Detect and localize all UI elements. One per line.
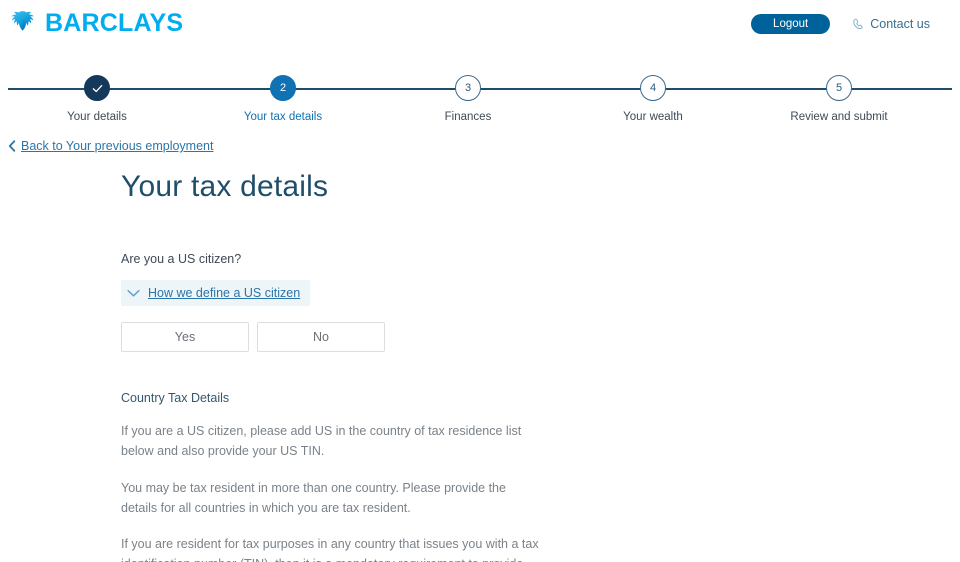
tax-paragraph-2: You may be tax resident in more than one…: [121, 480, 506, 515]
back-link-label: Back to Your previous employment: [21, 139, 214, 153]
stepper-step-5[interactable]: 5 Review and submit: [769, 60, 909, 123]
answer-no-button[interactable]: No: [257, 322, 385, 352]
stepper-label-5: Review and submit: [790, 111, 888, 123]
check-icon: [91, 82, 104, 95]
stepper-circle-1: [84, 75, 110, 101]
stepper-circle-4: 4: [640, 75, 666, 101]
barclays-eagle-icon: [10, 10, 38, 36]
stepper-circle-2: 2: [270, 75, 296, 101]
stepper-label-3: Finances: [444, 111, 492, 123]
progress-stepper: Your details 2 Your tax details 3 Financ…: [0, 60, 960, 123]
stepper-label-2: Your tax details: [243, 111, 323, 123]
contact-us-label: Contact us: [870, 17, 930, 31]
stepper-step-1[interactable]: Your details: [27, 60, 167, 123]
citizenship-answer-group: Yes No: [121, 322, 681, 352]
answer-yes-button[interactable]: Yes: [121, 322, 249, 352]
citizenship-question-label: Are you a US citizen?: [121, 252, 242, 266]
tax-paragraph-1: If you are a US citizen, please add US i…: [121, 424, 522, 459]
tax-paragraph-3: If you are resident for tax purposes in …: [121, 534, 541, 562]
stepper-label-1: Your details: [67, 111, 127, 123]
barclays-logo[interactable]: BARCLAYS: [10, 10, 183, 36]
header-actions: Logout Contact us: [751, 14, 930, 34]
us-citizen-definition-label: How we define a US citizen: [148, 286, 301, 300]
chevron-left-icon: [8, 140, 16, 152]
stepper-step-2[interactable]: 2 Your tax details: [213, 60, 353, 123]
contact-us-link[interactable]: Contact us: [852, 17, 930, 31]
phone-icon: [852, 18, 865, 31]
brand-wordmark: BARCLAYS: [45, 8, 184, 37]
stepper-circle-3: 3: [455, 75, 481, 101]
main-content: Your tax details Are you a US citizen? H…: [121, 170, 681, 562]
logout-button[interactable]: Logout: [751, 14, 831, 34]
chevron-down-icon: [127, 289, 140, 298]
country-tax-details-heading: Country Tax Details: [121, 391, 230, 405]
us-citizen-definition-expander[interactable]: How we define a US citizen: [121, 280, 311, 306]
stepper-circle-5: 5: [826, 75, 852, 101]
page-title: Your tax details: [121, 170, 329, 203]
stepper-step-3[interactable]: 3 Finances: [398, 60, 538, 123]
site-header: BARCLAYS Logout Contact us: [0, 0, 960, 52]
page-root: BARCLAYS Logout Contact us Your details …: [0, 0, 960, 562]
tax-paragraph-3-text: If you are resident for tax purposes in …: [121, 537, 539, 562]
stepper-step-4[interactable]: 4 Your wealth: [583, 60, 723, 123]
stepper-label-4: Your wealth: [623, 111, 683, 123]
back-link[interactable]: Back to Your previous employment: [8, 139, 213, 153]
